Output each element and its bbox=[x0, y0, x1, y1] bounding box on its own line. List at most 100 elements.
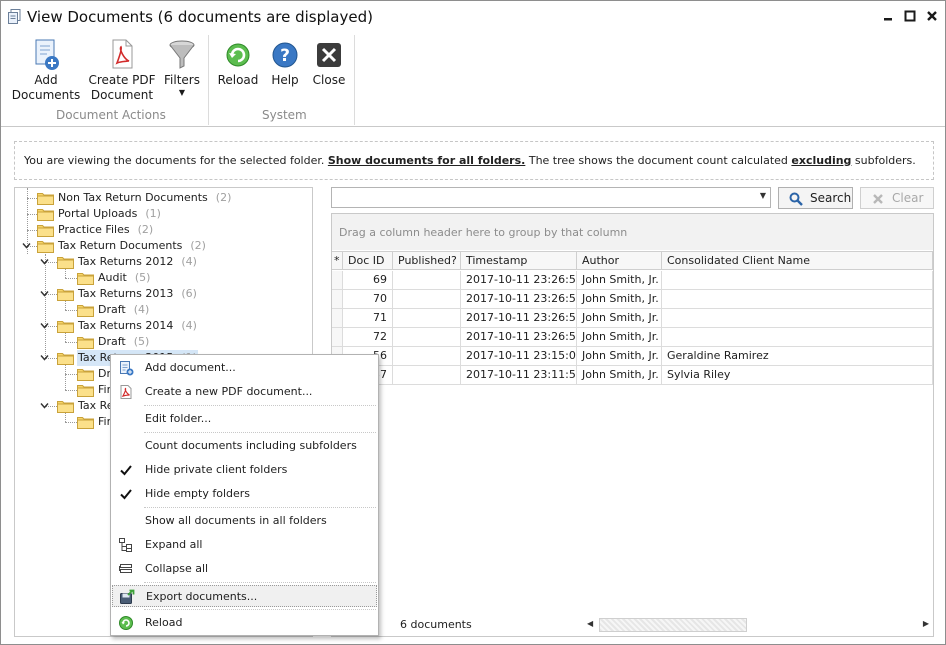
column-header[interactable]: * bbox=[332, 252, 343, 270]
table-row[interactable]: 56 2017-10-11 23:15:06 John Smith, Jr. Gera… bbox=[332, 347, 933, 366]
info-banner: You are viewing the documents for the se… bbox=[14, 141, 934, 180]
tree-node-label: Tax Returns 2014 (4) bbox=[77, 318, 198, 334]
tree-node-count: (2) bbox=[215, 191, 232, 204]
column-header[interactable]: Author bbox=[577, 252, 662, 270]
search-button-label: Search bbox=[810, 191, 852, 205]
filters-button[interactable]: Filters ▼ bbox=[161, 37, 203, 98]
menu-item-label: Hide private client folders bbox=[145, 463, 288, 476]
table-cell bbox=[662, 309, 933, 327]
ribbon-group-separator bbox=[208, 35, 209, 125]
reload-icon bbox=[226, 43, 250, 67]
combo-dropdown-icon[interactable]: ▼ bbox=[760, 191, 766, 200]
document-actions-group-label: Document Actions bbox=[56, 108, 166, 122]
scroll-right-icon[interactable]: ▶ bbox=[923, 619, 929, 628]
tree-node-text: Tax Returns 2013 bbox=[78, 287, 174, 300]
collapse-chevron-icon[interactable] bbox=[40, 353, 49, 362]
column-header[interactable]: Timestamp bbox=[461, 252, 577, 270]
tree-node-label: Tax Returns 2012 (4) bbox=[77, 254, 198, 270]
menu-item-collapse-all[interactable]: Collapse all bbox=[112, 558, 377, 580]
create-pdf-label-line1: Create PDF bbox=[88, 73, 156, 87]
column-header[interactable]: Doc ID bbox=[343, 252, 393, 270]
tree-node-text: Draft bbox=[98, 303, 126, 316]
minimize-icon[interactable] bbox=[881, 9, 895, 23]
help-button[interactable]: ? Help bbox=[265, 37, 305, 88]
tree-node-count: (4) bbox=[181, 255, 197, 268]
add-documents-button[interactable]: Add Documents bbox=[11, 37, 81, 103]
row-indicator[interactable] bbox=[332, 309, 343, 327]
tree-node-text: Tax Returns 2012 bbox=[78, 255, 174, 268]
title-bar: View Documents (6 documents are displaye… bbox=[1, 1, 945, 31]
tree-guide-line bbox=[45, 254, 46, 358]
collapse-chevron-icon[interactable] bbox=[40, 289, 49, 298]
reload-button[interactable]: Reload bbox=[217, 37, 259, 88]
search-combobox[interactable]: ▼ bbox=[331, 187, 771, 208]
info-text-after: subfolders. bbox=[854, 154, 916, 167]
menu-item-label: Count documents including subfolders bbox=[145, 439, 357, 452]
table-row[interactable]: 69 2017-10-11 23:26:55 John Smith, Jr. bbox=[332, 271, 933, 290]
table-cell: John Smith, Jr. bbox=[577, 271, 662, 289]
column-header[interactable]: Published? bbox=[393, 252, 461, 270]
close-window-icon[interactable] bbox=[925, 9, 939, 23]
table-cell: 70 bbox=[343, 290, 393, 308]
collapse-chevron-icon[interactable] bbox=[40, 321, 49, 330]
close-icon bbox=[317, 43, 341, 67]
menu-item-label: Expand all bbox=[145, 538, 203, 551]
tree-guide-line bbox=[65, 422, 77, 423]
create-pdf-document-button[interactable]: Create PDF Document bbox=[87, 37, 157, 103]
documents-grid[interactable]: Drag a column header here to group by th… bbox=[331, 213, 934, 637]
menu-item-export-documents[interactable]: Export documents... bbox=[112, 585, 377, 607]
menu-item-hide-private-client-folders[interactable]: Hide private client folders bbox=[112, 459, 377, 481]
filters-dropdown-icon: ▼ bbox=[178, 88, 186, 97]
svg-text:?: ? bbox=[280, 46, 290, 66]
collapse-chevron-icon[interactable] bbox=[40, 401, 49, 410]
menu-item-hide-empty-folders[interactable]: Hide empty folders bbox=[112, 483, 377, 505]
collapse-chevron-icon[interactable] bbox=[40, 257, 49, 266]
menu-item-label: Collapse all bbox=[145, 562, 209, 575]
search-button[interactable]: Search bbox=[778, 187, 853, 209]
ribbon: Add Documents Create PDF Document Filter… bbox=[1, 31, 945, 127]
menu-item-edit-folder[interactable]: Edit folder... bbox=[112, 408, 377, 430]
table-row[interactable]: 71 2017-10-11 23:26:55 John Smith, Jr. bbox=[332, 309, 933, 328]
table-row[interactable]: 37 2017-10-11 23:11:54 John Smith, Jr. Sylv… bbox=[332, 366, 933, 385]
clear-icon bbox=[873, 194, 883, 204]
group-by-panel[interactable]: Drag a column header here to group by th… bbox=[332, 214, 933, 250]
column-header[interactable]: Consolidated Client Name bbox=[662, 252, 933, 270]
row-indicator[interactable] bbox=[332, 290, 343, 308]
add-documents-label-line2: Documents bbox=[11, 88, 81, 102]
info-excluding-emphasis: excluding bbox=[791, 154, 852, 167]
menu-item-reload[interactable]: Reload bbox=[112, 612, 377, 634]
horizontal-scrollbar[interactable]: ◀ ▶ bbox=[584, 616, 932, 634]
row-indicator[interactable] bbox=[332, 271, 343, 289]
menu-item-count-documents-including-subfolders[interactable]: Count documents including subfolders bbox=[112, 435, 377, 457]
row-indicator[interactable] bbox=[332, 328, 343, 346]
scroll-left-icon[interactable]: ◀ bbox=[587, 619, 593, 628]
scrollbar-thumb[interactable] bbox=[599, 618, 747, 632]
menu-item-label: Hide empty folders bbox=[145, 487, 251, 500]
tree-node-text: Portal Uploads bbox=[58, 207, 138, 220]
clear-button[interactable]: Clear bbox=[860, 187, 934, 209]
tree-node-label: Audit (5) bbox=[97, 270, 151, 286]
expand-all-icon bbox=[118, 537, 134, 553]
table-cell: 2017-10-11 23:11:54 bbox=[461, 366, 577, 384]
show-all-folders-link[interactable]: Show documents for all folders. bbox=[328, 154, 525, 167]
table-row[interactable]: 70 2017-10-11 23:26:55 John Smith, Jr. bbox=[332, 290, 933, 309]
tree-node-text: Audit bbox=[98, 271, 127, 284]
menu-separator bbox=[144, 405, 376, 406]
close-button[interactable]: Close bbox=[309, 37, 349, 88]
tree-guide-line bbox=[65, 390, 77, 391]
menu-item-add-document[interactable]: Add document... bbox=[112, 357, 377, 379]
table-row[interactable]: 72 2017-10-11 23:26:55 John Smith, Jr. bbox=[332, 328, 933, 347]
menu-item-show-all-documents-in-all-folders[interactable]: Show all documents in all folders bbox=[112, 510, 377, 532]
collapse-chevron-icon[interactable] bbox=[22, 241, 31, 250]
tree-guide-line bbox=[27, 198, 37, 199]
folder-icon bbox=[57, 399, 74, 413]
folder-icon bbox=[57, 287, 74, 301]
menu-item-expand-all[interactable]: Expand all bbox=[112, 534, 377, 556]
add-document-icon bbox=[118, 360, 134, 376]
tree-node-count: (2) bbox=[137, 223, 154, 236]
menu-item-create-a-new-pdf-document[interactable]: Create a new PDF document... bbox=[112, 381, 377, 403]
menu-item-label: Create a new PDF document... bbox=[145, 385, 313, 398]
maximize-icon[interactable] bbox=[903, 9, 917, 23]
table-cell bbox=[393, 328, 461, 346]
table-cell: 71 bbox=[343, 309, 393, 327]
